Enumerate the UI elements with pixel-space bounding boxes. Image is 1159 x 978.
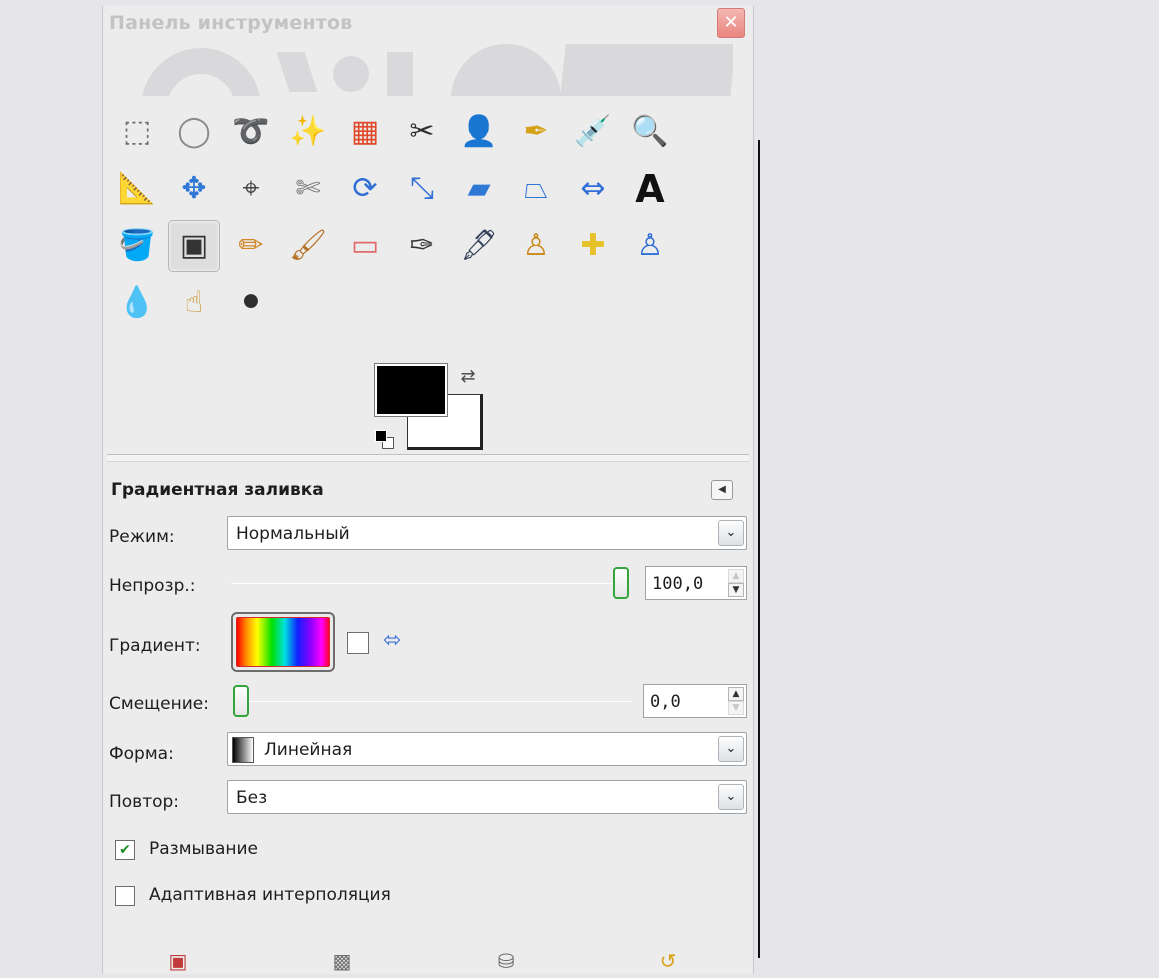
scissors-select-icon[interactable]: ✂	[396, 106, 448, 158]
repeat-label: Повтор:	[109, 792, 180, 812]
save-options-icon[interactable]: ▣	[165, 948, 191, 974]
delete-options-icon[interactable]: ⛁	[493, 948, 519, 974]
perspective-clone-icon[interactable]: ♙	[624, 220, 676, 272]
adaptive-supersampling-label: Адаптивная интерполяция	[149, 885, 391, 905]
restore-options-icon[interactable]: ▩	[329, 948, 355, 974]
fuzzy-select-icon[interactable]: ✨	[282, 106, 334, 158]
gradient-label: Градиент:	[109, 636, 201, 656]
offset-value: 0,0	[650, 692, 681, 712]
text-icon[interactable]: A	[624, 163, 676, 215]
spin-down-icon[interactable]: ▼	[728, 701, 744, 715]
offset-slider-track[interactable]	[233, 701, 631, 702]
window-title: Панель инструментов	[109, 12, 353, 34]
mode-select-value: Нормальный	[236, 524, 350, 544]
shape-select[interactable]: Линейная ⌄	[227, 732, 747, 766]
reverse-arrows-icon: ⬄	[383, 628, 402, 653]
opacity-slider-track[interactable]	[231, 583, 629, 584]
ink-icon[interactable]: 🖋	[453, 220, 505, 272]
scale-icon[interactable]: ⤡	[396, 163, 448, 215]
opacity-spinbutton[interactable]: 100,0 ▲ ▼	[645, 566, 747, 600]
gradient-preview-button[interactable]	[231, 612, 335, 672]
color-picker-icon[interactable]: 💉	[567, 106, 619, 158]
toolbox-window: Панель инструментов ✕ ⬚ ◯ ➰ ✨ ▦ ✂ 👤 ✒ 💉 🔍 📐 ✥ ⌖ ✄ ⟳ ⤡ ▰ ⏢…	[102, 6, 754, 974]
clone-icon[interactable]: ♙	[510, 220, 562, 272]
adaptive-supersampling-checkbox[interactable]	[115, 886, 135, 906]
mode-select[interactable]: Нормальный ⌄	[227, 516, 747, 550]
zoom-icon[interactable]: 🔍	[624, 106, 676, 158]
pane-divider[interactable]	[107, 454, 749, 462]
shape-label: Форма:	[109, 744, 174, 764]
shape-select-value: Линейная	[264, 740, 353, 760]
chevron-down-icon[interactable]: ⌄	[718, 736, 744, 762]
dithering-checkbox[interactable]: ✔	[115, 840, 135, 860]
smudge-icon[interactable]: ☝	[168, 277, 220, 329]
ellipse-select-icon[interactable]: ◯	[168, 106, 220, 158]
flip-icon[interactable]: ⇔	[567, 163, 619, 215]
paths-icon[interactable]: ✒	[510, 106, 562, 158]
opacity-slider-handle[interactable]	[613, 567, 629, 599]
offset-spinbutton[interactable]: 0,0 ▲ ▼	[643, 684, 747, 718]
repeat-select-value: Без	[236, 788, 268, 808]
gradient-reverse-checkbox[interactable]	[347, 632, 369, 654]
tool-options-menu-button[interactable]: ◀	[711, 480, 733, 500]
close-button[interactable]: ✕	[717, 8, 745, 38]
chevron-down-icon[interactable]: ⌄	[718, 520, 744, 546]
dithering-label: Размывание	[149, 839, 259, 859]
select-by-color-icon[interactable]: ▦	[339, 106, 391, 158]
mode-label: Режим:	[109, 527, 175, 547]
pencil-icon[interactable]: ✏	[225, 220, 277, 272]
dodge-burn-icon[interactable]: ⚫	[225, 277, 277, 329]
blend-icon[interactable]: ▣	[168, 220, 220, 272]
tool-options-title: Градиентная заливка	[111, 480, 324, 500]
opacity-value: 100,0	[652, 574, 704, 594]
paintbrush-icon[interactable]: 🖌	[282, 220, 334, 272]
spin-up-icon[interactable]: ▲	[728, 569, 744, 583]
reset-options-icon[interactable]: ↺	[655, 948, 681, 974]
align-icon[interactable]: ⌖	[225, 163, 277, 215]
window-edge	[758, 140, 760, 958]
move-icon[interactable]: ✥	[168, 163, 220, 215]
color-area: ⇄	[371, 363, 487, 456]
swap-colors-icon[interactable]: ⇄	[455, 366, 481, 390]
measure-icon[interactable]: 📐	[111, 163, 163, 215]
bucket-fill-icon[interactable]: 🪣	[111, 220, 163, 272]
offset-slider-handle[interactable]	[233, 685, 249, 717]
shear-icon[interactable]: ▰	[453, 163, 505, 215]
wilber-logo[interactable]	[133, 40, 733, 96]
gradient-swatch	[236, 617, 330, 667]
airbrush-icon[interactable]: ✑	[396, 220, 448, 272]
offset-label: Смещение:	[109, 694, 209, 714]
free-select-icon[interactable]: ➰	[225, 106, 277, 158]
spin-up-icon[interactable]: ▲	[728, 687, 744, 701]
rotate-icon[interactable]: ⟳	[339, 163, 391, 215]
foreground-select-icon[interactable]: 👤	[453, 106, 505, 158]
heal-icon[interactable]: ✚	[567, 220, 619, 272]
chevron-down-icon[interactable]: ⌄	[718, 784, 744, 810]
eraser-icon[interactable]: ▭	[339, 220, 391, 272]
default-colors-icon[interactable]	[373, 428, 397, 450]
spin-down-icon[interactable]: ▼	[728, 583, 744, 597]
perspective-icon[interactable]: ⏢	[510, 163, 562, 215]
foreground-color-swatch[interactable]	[374, 363, 448, 417]
titlebar[interactable]: Панель инструментов ✕	[103, 6, 753, 38]
rect-select-icon[interactable]: ⬚	[111, 106, 163, 158]
linear-shape-icon	[232, 737, 254, 763]
repeat-select[interactable]: Без ⌄	[227, 780, 747, 814]
crop-icon[interactable]: ✄	[282, 163, 334, 215]
opacity-label: Непрозр.:	[109, 576, 196, 596]
blur-sharpen-icon[interactable]: 💧	[111, 277, 163, 329]
